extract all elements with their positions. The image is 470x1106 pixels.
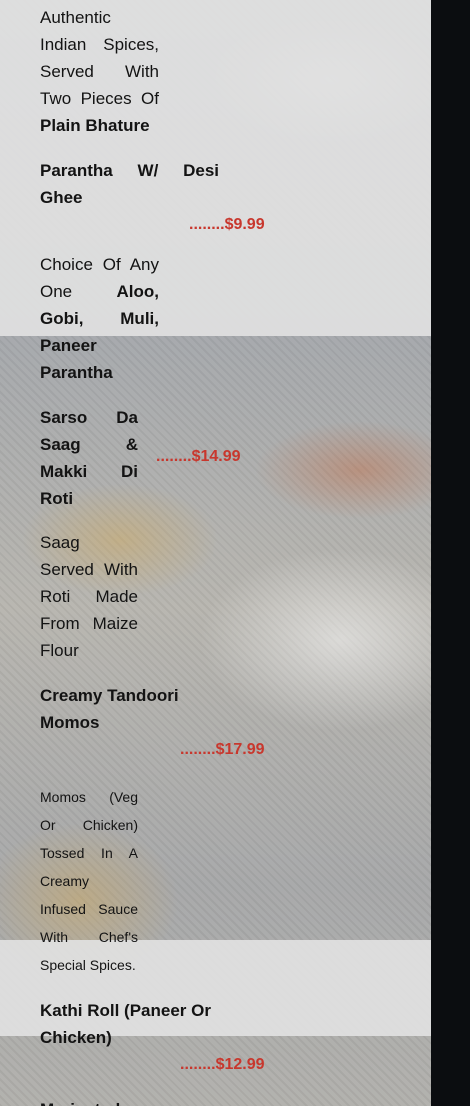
menu-item-description: Saag Served With Roti Made From Maize Fl… (40, 533, 138, 660)
menu-item-price: ........$17.99 (180, 741, 265, 758)
menu-item-name: Marinated (40, 1096, 215, 1106)
menu-item-name: Creamy Tandoori Momos (40, 686, 179, 732)
menu-item-description: Choice Of Any One Aloo, Gobi, Muli, Pane… (40, 255, 159, 382)
menu-item-name: Kathi Roll (Paneer Or Chicken) (40, 1001, 211, 1047)
menu-item-price: ........$12.99 (180, 1056, 265, 1073)
side-panel (431, 0, 470, 1106)
menu-item-name: Sarso Da Saag & Makki Di Roti (40, 408, 138, 508)
menu-content: Authentic Indian Spices, Served With Two… (0, 0, 431, 1106)
menu-item-description: Momos (Veg Or Chicken) Tossed In A Cream… (40, 789, 138, 973)
menu-item-price: ........$9.99 (189, 216, 265, 233)
menu-item-description: Authentic Indian Spices, Served With Two… (40, 8, 159, 135)
menu-item-price: ........$14.99 (156, 448, 241, 465)
menu-item-name: Parantha W/ Desi Ghee (40, 161, 219, 207)
